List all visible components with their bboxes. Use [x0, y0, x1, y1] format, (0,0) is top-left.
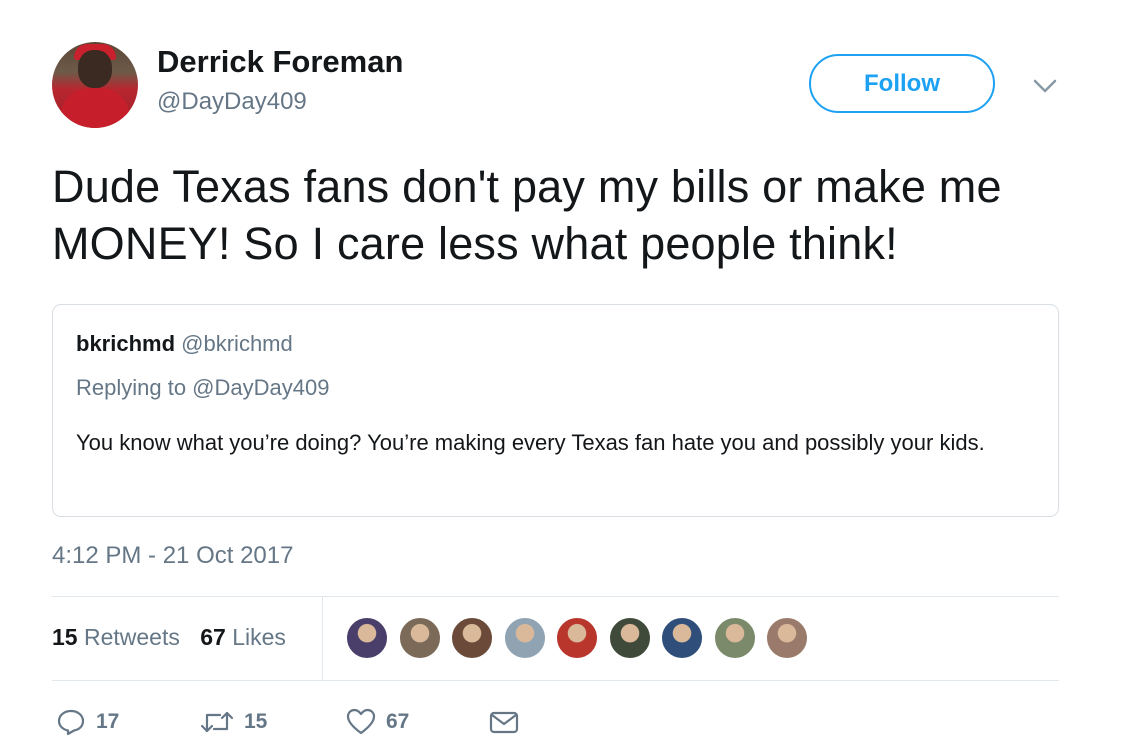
quoted-author: bkrichmd @bkrichmd [76, 331, 293, 357]
liker-avatar[interactable] [712, 616, 757, 660]
reply-button[interactable]: 17 [56, 704, 119, 740]
tweet-text: Dude Texas fans don't pay my bills or ma… [52, 161, 1002, 269]
heart-icon [346, 708, 376, 735]
quoted-tweet[interactable]: bkrichmd @bkrichmd Replying to @DayDay40… [52, 304, 1059, 517]
like-button[interactable]: 67 [346, 704, 409, 740]
liker-avatar[interactable] [607, 616, 652, 660]
likes-label: Likes [232, 624, 286, 650]
avatar-shirt [60, 88, 130, 128]
liker-avatar[interactable] [765, 616, 809, 660]
liker-avatar[interactable] [502, 616, 547, 660]
follow-button[interactable]: Follow [809, 54, 995, 113]
quoted-display-name: bkrichmd [76, 331, 176, 356]
liker-avatar[interactable] [555, 616, 599, 660]
liker-avatar[interactable] [660, 616, 704, 660]
retweets-label: Retweets [83, 624, 180, 650]
chevron-down-icon[interactable] [1031, 76, 1059, 96]
avatar-face [78, 50, 112, 88]
liker-avatar[interactable] [345, 616, 389, 660]
retweets-stat[interactable]: 15 Retweets [52, 624, 180, 650]
likers-avatars [345, 616, 818, 660]
author-handle[interactable]: @DayDay409 [157, 88, 307, 116]
quoted-handle: @bkrichmd [181, 331, 293, 356]
envelope-icon [489, 711, 519, 734]
retweet-count: 15 [244, 710, 268, 733]
stats-separator [322, 597, 323, 680]
retweet-icon [200, 711, 234, 733]
tweet-timestamp[interactable]: 4:12 PM - 21 Oct 2017 [52, 542, 293, 570]
author-avatar[interactable] [52, 42, 138, 128]
divider-top [52, 596, 1059, 597]
likes-count: 67 [200, 624, 226, 650]
quoted-text: You know what you’re doing? You’re makin… [76, 430, 985, 455]
liker-avatar[interactable] [450, 616, 494, 660]
author-display-name[interactable]: Derrick Foreman [157, 44, 403, 80]
likes-stat[interactable]: 67 Likes [200, 624, 286, 650]
tweet-stats: 15 Retweets 67 Likes [52, 624, 286, 651]
reply-count: 17 [96, 710, 120, 733]
liker-avatar[interactable] [397, 616, 442, 660]
like-count: 67 [386, 710, 410, 733]
direct-message-button[interactable] [488, 704, 520, 740]
retweets-count: 15 [52, 624, 78, 650]
divider-bottom [52, 680, 1059, 681]
quoted-replying-to: Replying to @DayDay409 [76, 375, 330, 400]
retweet-button[interactable]: 15 [200, 704, 267, 740]
reply-icon [57, 709, 85, 736]
